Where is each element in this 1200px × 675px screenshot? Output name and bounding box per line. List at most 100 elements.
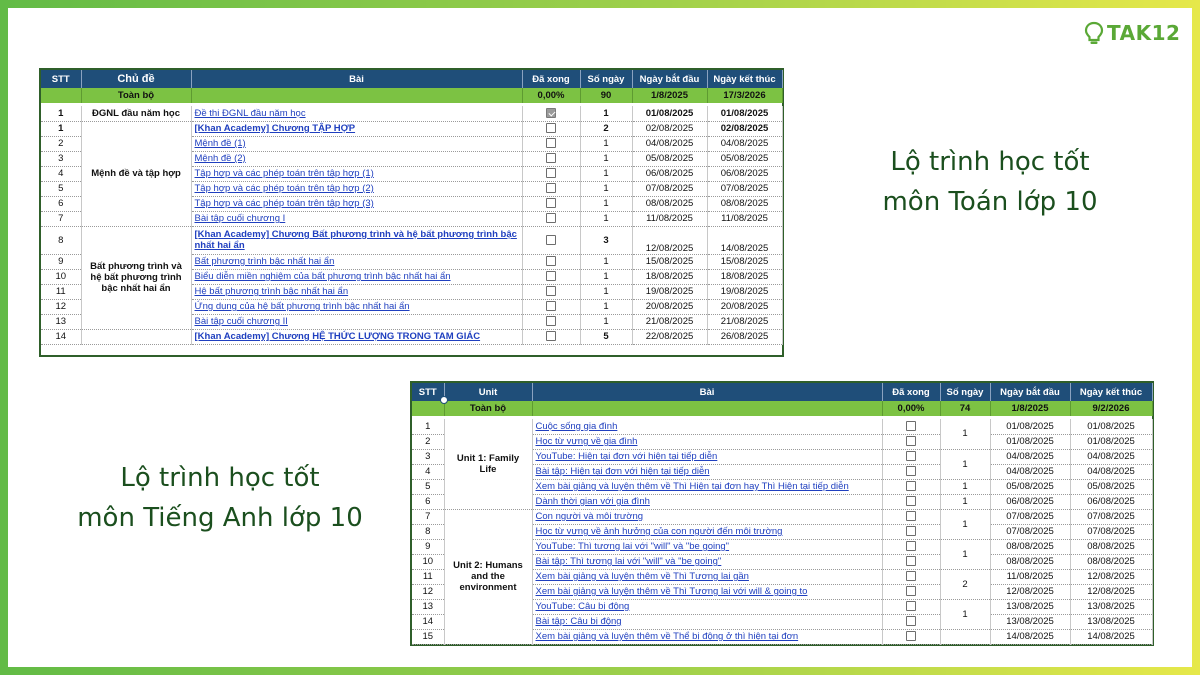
done-checkbox[interactable] — [906, 526, 916, 537]
lesson-link[interactable]: [Khan Academy] Chương TẬP HỢP — [195, 123, 356, 134]
lesson-link[interactable]: Mệnh đề (2) — [195, 153, 246, 164]
done-checkbox[interactable] — [546, 331, 556, 342]
done-checkbox[interactable] — [546, 301, 556, 312]
topic-cell: Mệnh đề và tập hợp — [81, 121, 192, 227]
lesson-link[interactable]: Bất phương trình bậc nhất hai ẩn — [195, 256, 335, 267]
done-checkbox[interactable] — [906, 631, 916, 642]
done-checkbox[interactable] — [546, 123, 556, 134]
col-start: Ngày bắt đầu — [990, 383, 1071, 401]
math-schedule-sheet: STT Chủ đề Bài Đã xong Số ngày Ngày bắt … — [39, 68, 784, 357]
col-lesson: Bài — [532, 383, 883, 401]
total-days: 90 — [580, 88, 633, 103]
col-done: Đã xong — [882, 383, 941, 401]
lesson-link[interactable]: Bài tập: Thì tương lai với "will" và "be… — [536, 556, 722, 567]
done-checkbox[interactable] — [906, 436, 916, 447]
lesson-link[interactable]: Học từ vựng về ảnh hưởng của con người đ… — [536, 526, 783, 537]
lesson-link[interactable]: Ứng dụng của hệ bất phương trình bậc nhấ… — [195, 301, 410, 312]
lesson-link[interactable]: Bài tập: Hiện tại đơn với hiện tại tiếp … — [536, 466, 710, 477]
lesson-link[interactable]: Xem bài giảng và luyện thêm về Thể bị độ… — [536, 631, 799, 642]
lesson-link[interactable]: YouTube: Câu bị động — [536, 601, 630, 612]
lesson-link[interactable]: Tập hợp và các phép toán trên tập hợp (2… — [195, 183, 374, 194]
total-end: 9/2/2026 — [1070, 401, 1153, 416]
done-checkbox[interactable] — [546, 234, 556, 245]
col-done: Đã xong — [522, 70, 581, 88]
lesson-link[interactable]: Tập hợp và các phép toán trên tập hợp (1… — [195, 168, 374, 179]
done-checkbox[interactable] — [546, 198, 556, 209]
done-checkbox[interactable] — [546, 213, 556, 224]
done-checkbox[interactable] — [906, 616, 916, 627]
col-end: Ngày kết thúc — [1070, 383, 1153, 401]
lesson-link[interactable]: Dành thời gian với gia đình — [536, 496, 650, 507]
done-checkbox[interactable] — [546, 286, 556, 297]
lesson-link[interactable]: Cuộc sống gia đình — [536, 421, 618, 432]
english-heading-line2: môn Tiếng Anh lớp 10 — [77, 503, 363, 533]
total-days: 74 — [940, 401, 991, 416]
lesson-link[interactable]: Tập hợp và các phép toán trên tập hợp (3… — [195, 198, 374, 209]
done-checkbox[interactable] — [546, 168, 556, 179]
total-start: 1/8/2025 — [632, 88, 708, 103]
lightbulb-icon — [1084, 21, 1104, 44]
done-checkbox[interactable] — [906, 421, 916, 432]
lesson-link[interactable]: Hệ bất phương trình bậc nhất hai ẩn — [195, 286, 349, 297]
english-header-row: STT Unit Bài Đã xong Số ngày Ngày bắt đầ… — [412, 383, 1153, 401]
english-schedule-table: STT Unit Bài Đã xong Số ngày Ngày bắt đầ… — [412, 383, 1153, 645]
lesson-link[interactable]: [Khan Academy] Chương HỆ THỨC LƯỢNG TRON… — [195, 331, 481, 342]
done-checkbox[interactable] — [906, 466, 916, 477]
done-checkbox[interactable] — [906, 511, 916, 522]
lesson-link[interactable]: YouTube: Thì tương lai với "will" và "be… — [536, 541, 730, 552]
done-checkbox[interactable] — [546, 108, 556, 119]
done-checkbox[interactable] — [546, 256, 556, 267]
done-checkbox[interactable] — [906, 586, 916, 597]
unit-cell: Unit 2: Humans and the environment — [444, 509, 533, 645]
col-topic: Chủ đề — [81, 70, 192, 88]
done-checkbox[interactable] — [906, 451, 916, 462]
table-row: 1 ĐGNL đầu năm học Đề thi ĐGNL đầu năm h… — [41, 106, 783, 122]
done-checkbox[interactable] — [906, 481, 916, 492]
table-row: 1 Unit 1: Family Life Cuộc sống gia đình… — [412, 419, 1153, 510]
lesson-link[interactable]: Đề thi ĐGNL đầu năm học — [195, 108, 306, 119]
done-checkbox[interactable] — [546, 271, 556, 282]
total-done: 0,00% — [882, 401, 941, 416]
english-heading: Lộ trình học tốt môn Tiếng Anh lớp 10 — [40, 458, 400, 538]
done-checkbox[interactable] — [546, 183, 556, 194]
done-checkbox[interactable] — [906, 541, 916, 552]
col-start: Ngày bắt đầu — [632, 70, 708, 88]
math-total-row: Toàn bộ 0,00% 90 1/8/2025 17/3/2026 — [41, 88, 783, 103]
english-total-row: Toàn bộ 0,00% 74 1/8/2025 9/2/2026 — [412, 401, 1153, 416]
lesson-link[interactable]: Bài tập: Câu bị động — [536, 616, 622, 627]
table-row: 8 Bất phương trình và hệ bất phương trìn… — [41, 226, 783, 330]
lesson-link[interactable]: [Khan Academy] Chương Bất phương trình v… — [195, 229, 517, 251]
lesson-link[interactable]: Xem bài giảng và luyện thêm về Thì Tương… — [536, 586, 808, 597]
lesson-link[interactable]: Mệnh đề (1) — [195, 138, 246, 149]
lesson-link[interactable]: Xem bài giảng và luyện thêm về Thì Hiện … — [536, 481, 849, 492]
table-row: 1 Mệnh đề và tập hợp [Khan Academy] Chươ… — [41, 121, 783, 227]
table-row: 7 Unit 2: Humans and the environment Con… — [412, 509, 1153, 645]
lesson-link[interactable]: YouTube: Hiện tại đơn với hiện tại tiếp … — [536, 451, 718, 462]
math-heading-line2: môn Toán lớp 10 — [882, 187, 1098, 217]
total-start: 1/8/2025 — [990, 401, 1071, 416]
lesson-link[interactable]: Bài tập cuối chương II — [195, 316, 288, 327]
brand-logo: TAK12 — [1084, 20, 1180, 46]
total-label: Toàn bộ — [444, 401, 533, 416]
total-label: Toàn bộ — [81, 88, 192, 103]
col-days: Số ngày — [580, 70, 633, 88]
lesson-link[interactable]: Con người và môi trường — [536, 511, 644, 522]
english-heading-line1: Lộ trình học tốt — [120, 463, 320, 493]
unit-cell: Unit 1: Family Life — [444, 419, 533, 510]
selection-handle[interactable] — [440, 396, 448, 404]
lesson-link[interactable]: Bài tập cuối chương I — [195, 213, 286, 224]
math-schedule-table: STT Chủ đề Bài Đã xong Số ngày Ngày bắt … — [41, 70, 783, 345]
lesson-link[interactable]: Học từ vựng về gia đình — [536, 436, 638, 447]
done-checkbox[interactable] — [546, 138, 556, 149]
topic-cell: Bất phương trình và hệ bất phương trình … — [81, 226, 192, 330]
done-checkbox[interactable] — [546, 153, 556, 164]
done-checkbox[interactable] — [906, 556, 916, 567]
done-checkbox[interactable] — [906, 496, 916, 507]
logo-text: TAK12 — [1107, 21, 1181, 45]
done-checkbox[interactable] — [906, 571, 916, 582]
lesson-link[interactable]: Biểu diễn miền nghiệm của bất phương trì… — [195, 271, 451, 282]
lesson-link[interactable]: Xem bài giảng và luyện thêm về Thì Tương… — [536, 571, 749, 582]
done-checkbox[interactable] — [546, 316, 556, 327]
done-checkbox[interactable] — [906, 601, 916, 612]
days-group-two: 2 — [940, 569, 991, 600]
